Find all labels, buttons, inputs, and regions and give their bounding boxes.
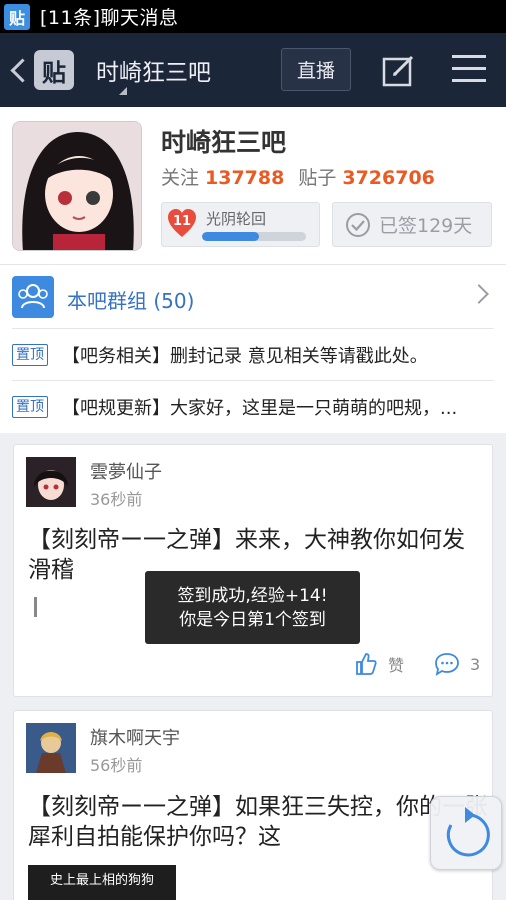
level-progress-bar (202, 232, 306, 241)
post-time: 56秒前 (90, 756, 143, 775)
thread-title[interactable]: 【刻刻帝ー一之弹】如果狂三失控，你的一张犀利自拍能保护你吗？这 (28, 792, 488, 852)
posts-label: 贴子 (298, 167, 337, 189)
posts-count: 3726706 (342, 167, 435, 189)
top-nav-bar: 贴 时崎狂三吧 直播 (0, 33, 506, 107)
comment-count: 3 (470, 654, 481, 674)
comment-bubble-icon (435, 653, 459, 676)
follow-label: 关注 (161, 167, 200, 189)
menu-icon[interactable] (452, 55, 486, 83)
forum-group-row[interactable]: 本吧群组 (50) (0, 264, 506, 328)
group-label: 本吧群组 (50) (67, 289, 195, 313)
check-circle-icon (346, 212, 370, 237)
forum-avatar (12, 121, 142, 251)
level-box[interactable]: 11 光阴轮回 (161, 202, 320, 247)
group-people-icon (12, 276, 54, 318)
like-label: 赞 (388, 656, 405, 675)
status-bar: 贴 [11条]聊天消息 (0, 0, 506, 33)
chevron-right-icon (469, 284, 489, 304)
refresh-icon (446, 807, 490, 857)
post-actions: 赞 3 (14, 652, 492, 682)
level-name: 光阴轮回 (206, 210, 267, 228)
live-button[interactable]: 直播 (281, 48, 351, 91)
tieba-app-icon: 贴 (4, 3, 30, 30)
author-avatar[interactable] (26, 723, 76, 773)
author-avatar[interactable] (26, 457, 76, 507)
post-image[interactable]: 史上最上相的狗狗 (28, 865, 176, 900)
thumbs-up-icon (356, 653, 377, 675)
comment-button[interactable]: 3 (434, 652, 480, 676)
signed-in-button[interactable]: 已签129天 (332, 202, 492, 247)
forum-name: 时崎狂三吧 (161, 128, 287, 157)
thread-card[interactable]: 旗木啊天宇 56秒前 【刻刻帝ー一之弹】如果狂三失控，你的一张犀利自拍能保护你吗… (13, 710, 493, 900)
back-arrow-icon[interactable] (8, 50, 28, 90)
like-button[interactable]: 赞 (354, 652, 404, 676)
forum-stats: 关注 137788 贴子 3726706 (161, 163, 449, 190)
nav-forum-title[interactable]: 时崎狂三吧 (96, 53, 211, 87)
pinned-post[interactable]: 置顶 【吧规更新】大家好，这里是一只萌萌的吧规，... (12, 380, 494, 432)
toast-line-2: 你是今日第1个签到 (179, 610, 326, 630)
author-name[interactable]: 旗木啊天宇 (90, 724, 180, 750)
author-name[interactable]: 雲夢仙子 (90, 458, 162, 484)
pinned-post-title: 【吧规更新】大家好，这里是一只萌萌的吧规，... (62, 397, 458, 419)
level-number: 11 (172, 214, 192, 229)
emoji-image (34, 597, 37, 617)
refresh-button[interactable] (430, 796, 502, 870)
toast-line-1: 签到成功,经验+14! (177, 586, 328, 606)
dropdown-corner-icon (119, 87, 127, 95)
signed-days-text: 已签129天 (379, 215, 473, 237)
compose-icon[interactable] (382, 53, 416, 87)
tieba-logo[interactable]: 贴 (34, 50, 74, 90)
post-time: 36秒前 (90, 490, 143, 509)
level-progress-fill (202, 232, 260, 241)
pinned-tag: 置顶 (12, 343, 48, 366)
pinned-post[interactable]: 置顶 【吧务相关】删封记录 意见相关等请戳此处。 (12, 328, 494, 380)
notification-text[interactable]: [11条]聊天消息 (40, 3, 179, 30)
sign-in-toast: 签到成功,经验+14! 你是今日第1个签到 (145, 571, 360, 644)
pinned-post-title: 【吧务相关】删封记录 意见相关等请戳此处。 (62, 345, 428, 367)
forum-header: 时崎狂三吧 关注 137788 贴子 3726706 11 光阴轮回 已签129天 本… (0, 107, 506, 433)
follow-count: 137788 (205, 167, 285, 189)
pinned-tag: 置顶 (12, 395, 48, 418)
